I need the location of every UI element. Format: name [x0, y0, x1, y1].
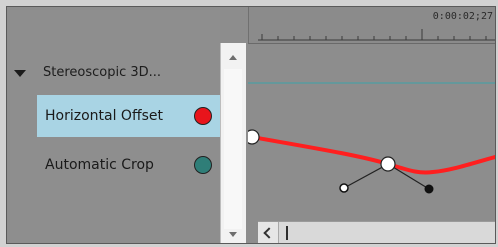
keyframe-color-dot-icon[interactable]: [194, 107, 212, 125]
scroll-thumb[interactable]: [224, 69, 242, 229]
parameter-row-automatic-crop[interactable]: Automatic Crop: [37, 144, 220, 186]
parameter-row-horizontal-offset[interactable]: Horizontal Offset: [37, 95, 220, 137]
time-ruler[interactable]: 0:00:02;27: [247, 7, 495, 44]
scroll-handle[interactable]: [286, 226, 288, 240]
parameter-label: Horizontal Offset: [45, 108, 163, 124]
timecode-label: 0:00:02;27: [432, 11, 493, 22]
timeline-area: 0:00:02;27: [247, 7, 495, 243]
group-row-stereoscopic-3d[interactable]: Stereoscopic 3D...: [7, 61, 220, 87]
scroll-up-arrow-icon[interactable]: [229, 55, 237, 60]
window-frame: Stereoscopic 3D... Horizontal Offset Aut…: [0, 0, 498, 247]
keyframe-point-start[interactable]: [248, 129, 260, 145]
parameter-label: Automatic Crop: [45, 157, 154, 173]
keyframe-curve-svg: [248, 82, 495, 194]
parameter-list: Stereoscopic 3D... Horizontal Offset Aut…: [7, 7, 220, 243]
expand-triangle-icon[interactable]: [14, 70, 26, 77]
keyframe-color-dot-icon[interactable]: [194, 156, 212, 174]
curve-editor[interactable]: [248, 43, 495, 217]
group-label: Stereoscopic 3D...: [43, 65, 162, 80]
horizontal-scrollbar[interactable]: [258, 221, 495, 243]
vertical-scrollbar[interactable]: [220, 43, 246, 243]
bezier-handle-point-right[interactable]: [424, 184, 434, 194]
keyframe-panel: Stereoscopic 3D... Horizontal Offset Aut…: [6, 6, 496, 244]
scroll-left-arrow-icon[interactable]: [258, 222, 279, 243]
horizontal-offset-curve[interactable]: [250, 135, 495, 175]
keyframe-point-mid[interactable]: [380, 156, 396, 172]
scroll-down-arrow-icon[interactable]: [229, 232, 237, 237]
bezier-handle-point-left[interactable]: [339, 183, 349, 193]
